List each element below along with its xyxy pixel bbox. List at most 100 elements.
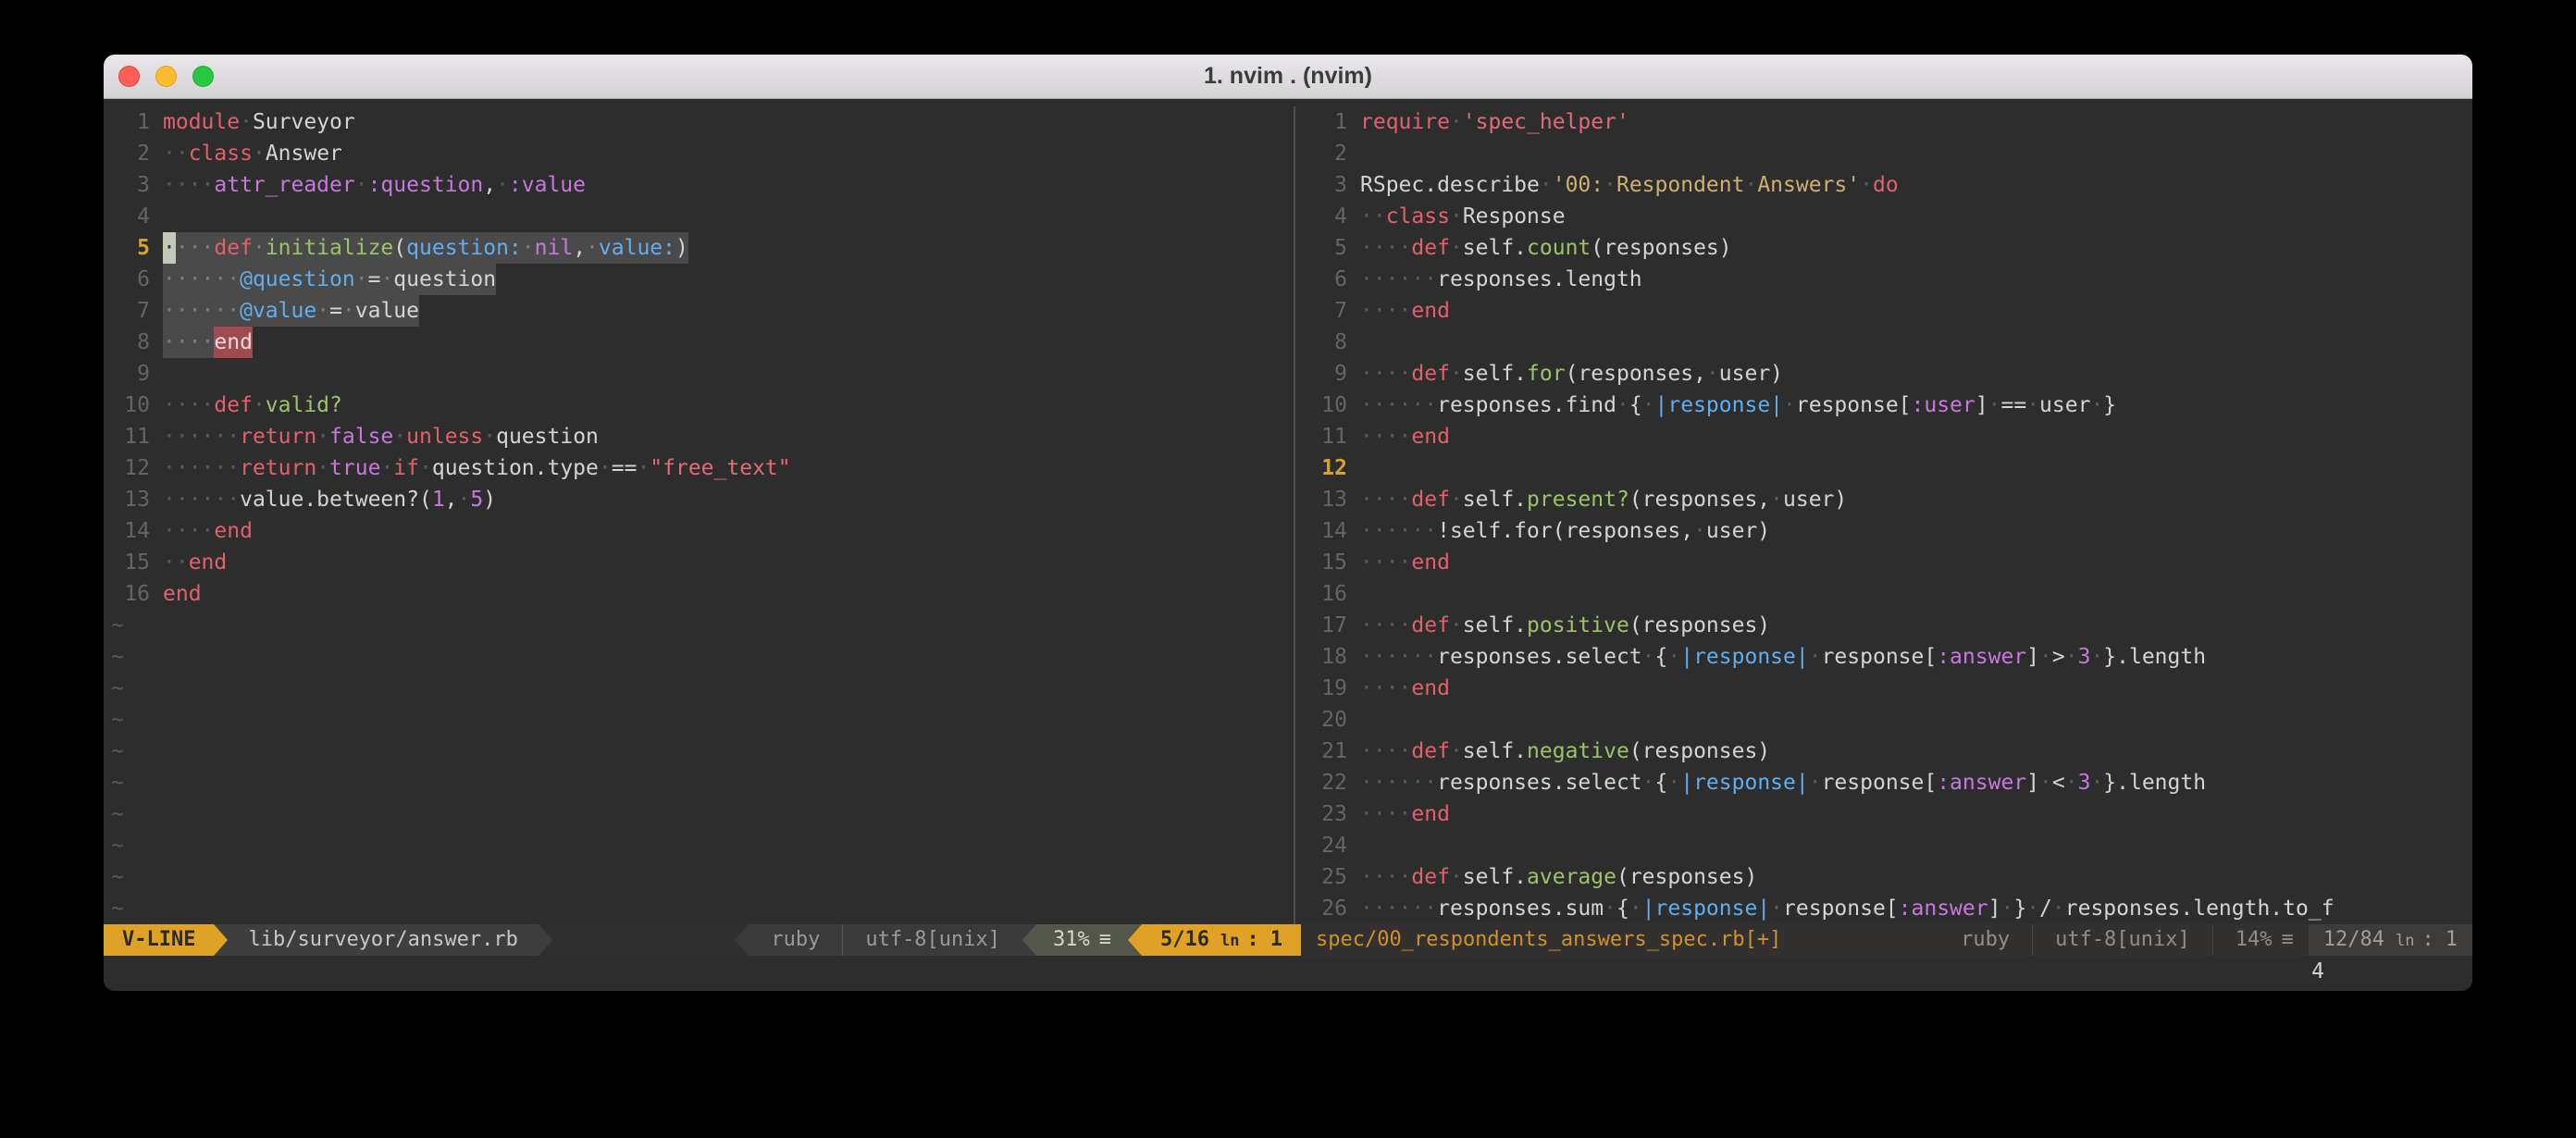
code-line-14[interactable]: 14······!self.for(responses,·user) bbox=[1301, 515, 2472, 547]
line-number: 19 bbox=[1308, 673, 1347, 704]
code-line-15[interactable]: 15··end bbox=[104, 547, 1289, 578]
titlebar[interactable]: 1. nvim . (nvim) bbox=[104, 55, 2472, 99]
line-number-icon: ln bbox=[2396, 932, 2414, 950]
code-line-3[interactable]: 3RSpec.describe·'00:·Respondent·Answers'… bbox=[1301, 169, 2472, 201]
line-number: 13 bbox=[111, 484, 150, 515]
encoding-indicator: utf-8[unix] bbox=[2040, 924, 2205, 956]
powerline-separator-icon bbox=[735, 924, 749, 956]
code-line-4[interactable]: 4··class·Response bbox=[1301, 201, 2472, 232]
code-line-1[interactable]: 1module·Surveyor bbox=[104, 106, 1289, 138]
code-line-25[interactable]: 25····def·self.average(responses) bbox=[1301, 861, 2472, 893]
line-number: 9 bbox=[1308, 358, 1347, 390]
line-number: 4 bbox=[1308, 201, 1347, 232]
editor-pane-left[interactable]: 1module·Surveyor2··class·Answer3····attr… bbox=[104, 106, 1289, 924]
code-line-10[interactable]: 10······responses.find·{·|response|·resp… bbox=[1301, 390, 2472, 421]
command-line: 4 bbox=[104, 956, 2472, 987]
code-line-20[interactable]: 20 bbox=[1301, 704, 2472, 736]
code-line-11[interactable]: 11······return·false·unless·question bbox=[104, 421, 1289, 452]
powerline-separator-icon bbox=[1022, 924, 1036, 956]
window-separator[interactable] bbox=[1289, 106, 1301, 924]
code-line-21[interactable]: 21····def·self.negative(responses) bbox=[1301, 736, 2472, 767]
powerline-separator-icon bbox=[214, 924, 228, 956]
code-line-8[interactable]: 8····end bbox=[104, 327, 1289, 358]
tilde-line: ~ bbox=[104, 861, 1289, 893]
line-number: 23 bbox=[1308, 798, 1347, 830]
line-number: 6 bbox=[111, 264, 150, 295]
code-line-2[interactable]: 2 bbox=[1301, 138, 2472, 169]
line-number: 18 bbox=[1308, 641, 1347, 673]
code-line-16[interactable]: 16 bbox=[1301, 578, 2472, 610]
code-line-6[interactable]: 6······responses.length bbox=[1301, 264, 2472, 295]
code-line-2[interactable]: 2··class·Answer bbox=[104, 138, 1289, 169]
code-line-10[interactable]: 10····def·valid? bbox=[104, 390, 1289, 421]
line-number: 8 bbox=[1308, 327, 1347, 358]
statusline-active: V-LINE lib/surveyor/answer.rb ruby utf-8… bbox=[104, 924, 1301, 956]
code-line-15[interactable]: 15····end bbox=[1301, 547, 2472, 578]
scroll-percentage: 14%≡ bbox=[2221, 924, 2309, 956]
tilde-line: ~ bbox=[104, 736, 1289, 767]
active-filename: lib/surveyor/answer.rb bbox=[228, 924, 538, 956]
statusline-filler bbox=[552, 924, 735, 956]
code-line-17[interactable]: 17····def·self.positive(responses) bbox=[1301, 610, 2472, 641]
cursor-position: 12/84ln:1 bbox=[2309, 924, 2472, 956]
inactive-filename: spec/00_respondents_answers_spec.rb[+] bbox=[1301, 924, 1796, 956]
tilde-line: ~ bbox=[104, 641, 1289, 673]
code-line-19[interactable]: 19····end bbox=[1301, 673, 2472, 704]
line-number: 5 bbox=[111, 232, 150, 264]
code-line-1[interactable]: 1require·'spec_helper' bbox=[1301, 106, 2472, 138]
cursor-position: 5/16ln:1 bbox=[1142, 924, 1301, 956]
statusline-divider bbox=[2212, 924, 2213, 956]
code-line-7[interactable]: 7····end bbox=[1301, 295, 2472, 327]
code-line-11[interactable]: 11····end bbox=[1301, 421, 2472, 452]
statusline-divider bbox=[2032, 924, 2033, 956]
tilde-line: ~ bbox=[104, 798, 1289, 830]
code-line-6[interactable]: 6······@question·=·question bbox=[104, 264, 1289, 295]
statusline-inactive: spec/00_respondents_answers_spec.rb[+] r… bbox=[1301, 924, 2472, 956]
code-line-5[interactable]: 5····def·self.count(responses) bbox=[1301, 232, 2472, 264]
tilde-line: ~ bbox=[104, 830, 1289, 861]
line-number: 21 bbox=[1308, 736, 1347, 767]
line-number: 2 bbox=[1308, 138, 1347, 169]
line-number: 10 bbox=[1308, 390, 1347, 421]
scroll-percentage: 31%≡ bbox=[1036, 924, 1128, 956]
line-number: 17 bbox=[1308, 610, 1347, 641]
code-line-9[interactable]: 9····def·self.for(responses,·user) bbox=[1301, 358, 2472, 390]
line-number: 3 bbox=[111, 169, 150, 201]
code-line-22[interactable]: 22······responses.select·{·|response|·re… bbox=[1301, 767, 2472, 798]
code-line-18[interactable]: 18······responses.select·{·|response|·re… bbox=[1301, 641, 2472, 673]
code-line-16[interactable]: 16end bbox=[104, 578, 1289, 610]
code-line-26[interactable]: 26······responses.sum·{·|response|·respo… bbox=[1301, 893, 2472, 924]
line-number: 14 bbox=[111, 515, 150, 547]
code-line-12[interactable]: 12 bbox=[1301, 452, 2472, 484]
code-line-7[interactable]: 7······@value·=·value bbox=[104, 295, 1289, 327]
code-line-3[interactable]: 3····attr_reader·:question,·:value bbox=[104, 169, 1289, 201]
line-number: 4 bbox=[111, 201, 150, 232]
code-line-5[interactable]: 5····def·initialize(question:·nil,·value… bbox=[104, 232, 1289, 264]
code-line-13[interactable]: 13····def·self.present?(responses,·user) bbox=[1301, 484, 2472, 515]
pending-command-count: 4 bbox=[2311, 956, 2324, 987]
vim-mode-indicator: V-LINE bbox=[104, 924, 214, 956]
code-line-13[interactable]: 13······value.between?(1,·5) bbox=[104, 484, 1289, 515]
line-number: 15 bbox=[1308, 547, 1347, 578]
filetype-indicator: ruby bbox=[1946, 924, 2025, 956]
line-number: 22 bbox=[1308, 767, 1347, 798]
line-number: 6 bbox=[1308, 264, 1347, 295]
code-line-12[interactable]: 12······return·true·if·question.type·==·… bbox=[104, 452, 1289, 484]
desktop-background: 1. nvim . (nvim) 1module·Surveyor2··clas… bbox=[0, 0, 2576, 1138]
line-number: 10 bbox=[111, 390, 150, 421]
line-number: 5 bbox=[1308, 232, 1347, 264]
code-line-24[interactable]: 24 bbox=[1301, 830, 2472, 861]
powerline-separator-icon bbox=[1128, 924, 1142, 956]
code-line-9[interactable]: 9 bbox=[104, 358, 1289, 390]
line-number: 11 bbox=[111, 421, 150, 452]
terminal-window: 1. nvim . (nvim) 1module·Surveyor2··clas… bbox=[104, 55, 2472, 991]
code-line-14[interactable]: 14····end bbox=[104, 515, 1289, 547]
tilde-line: ~ bbox=[104, 893, 1289, 924]
line-number: 3 bbox=[1308, 169, 1347, 201]
line-number: 16 bbox=[111, 578, 150, 610]
code-line-23[interactable]: 23····end bbox=[1301, 798, 2472, 830]
code-line-8[interactable]: 8 bbox=[1301, 327, 2472, 358]
code-line-4[interactable]: 4 bbox=[104, 201, 1289, 232]
editor-pane-right[interactable]: 1require·'spec_helper'23RSpec.describe·'… bbox=[1301, 106, 2472, 924]
line-number: 26 bbox=[1308, 893, 1347, 924]
